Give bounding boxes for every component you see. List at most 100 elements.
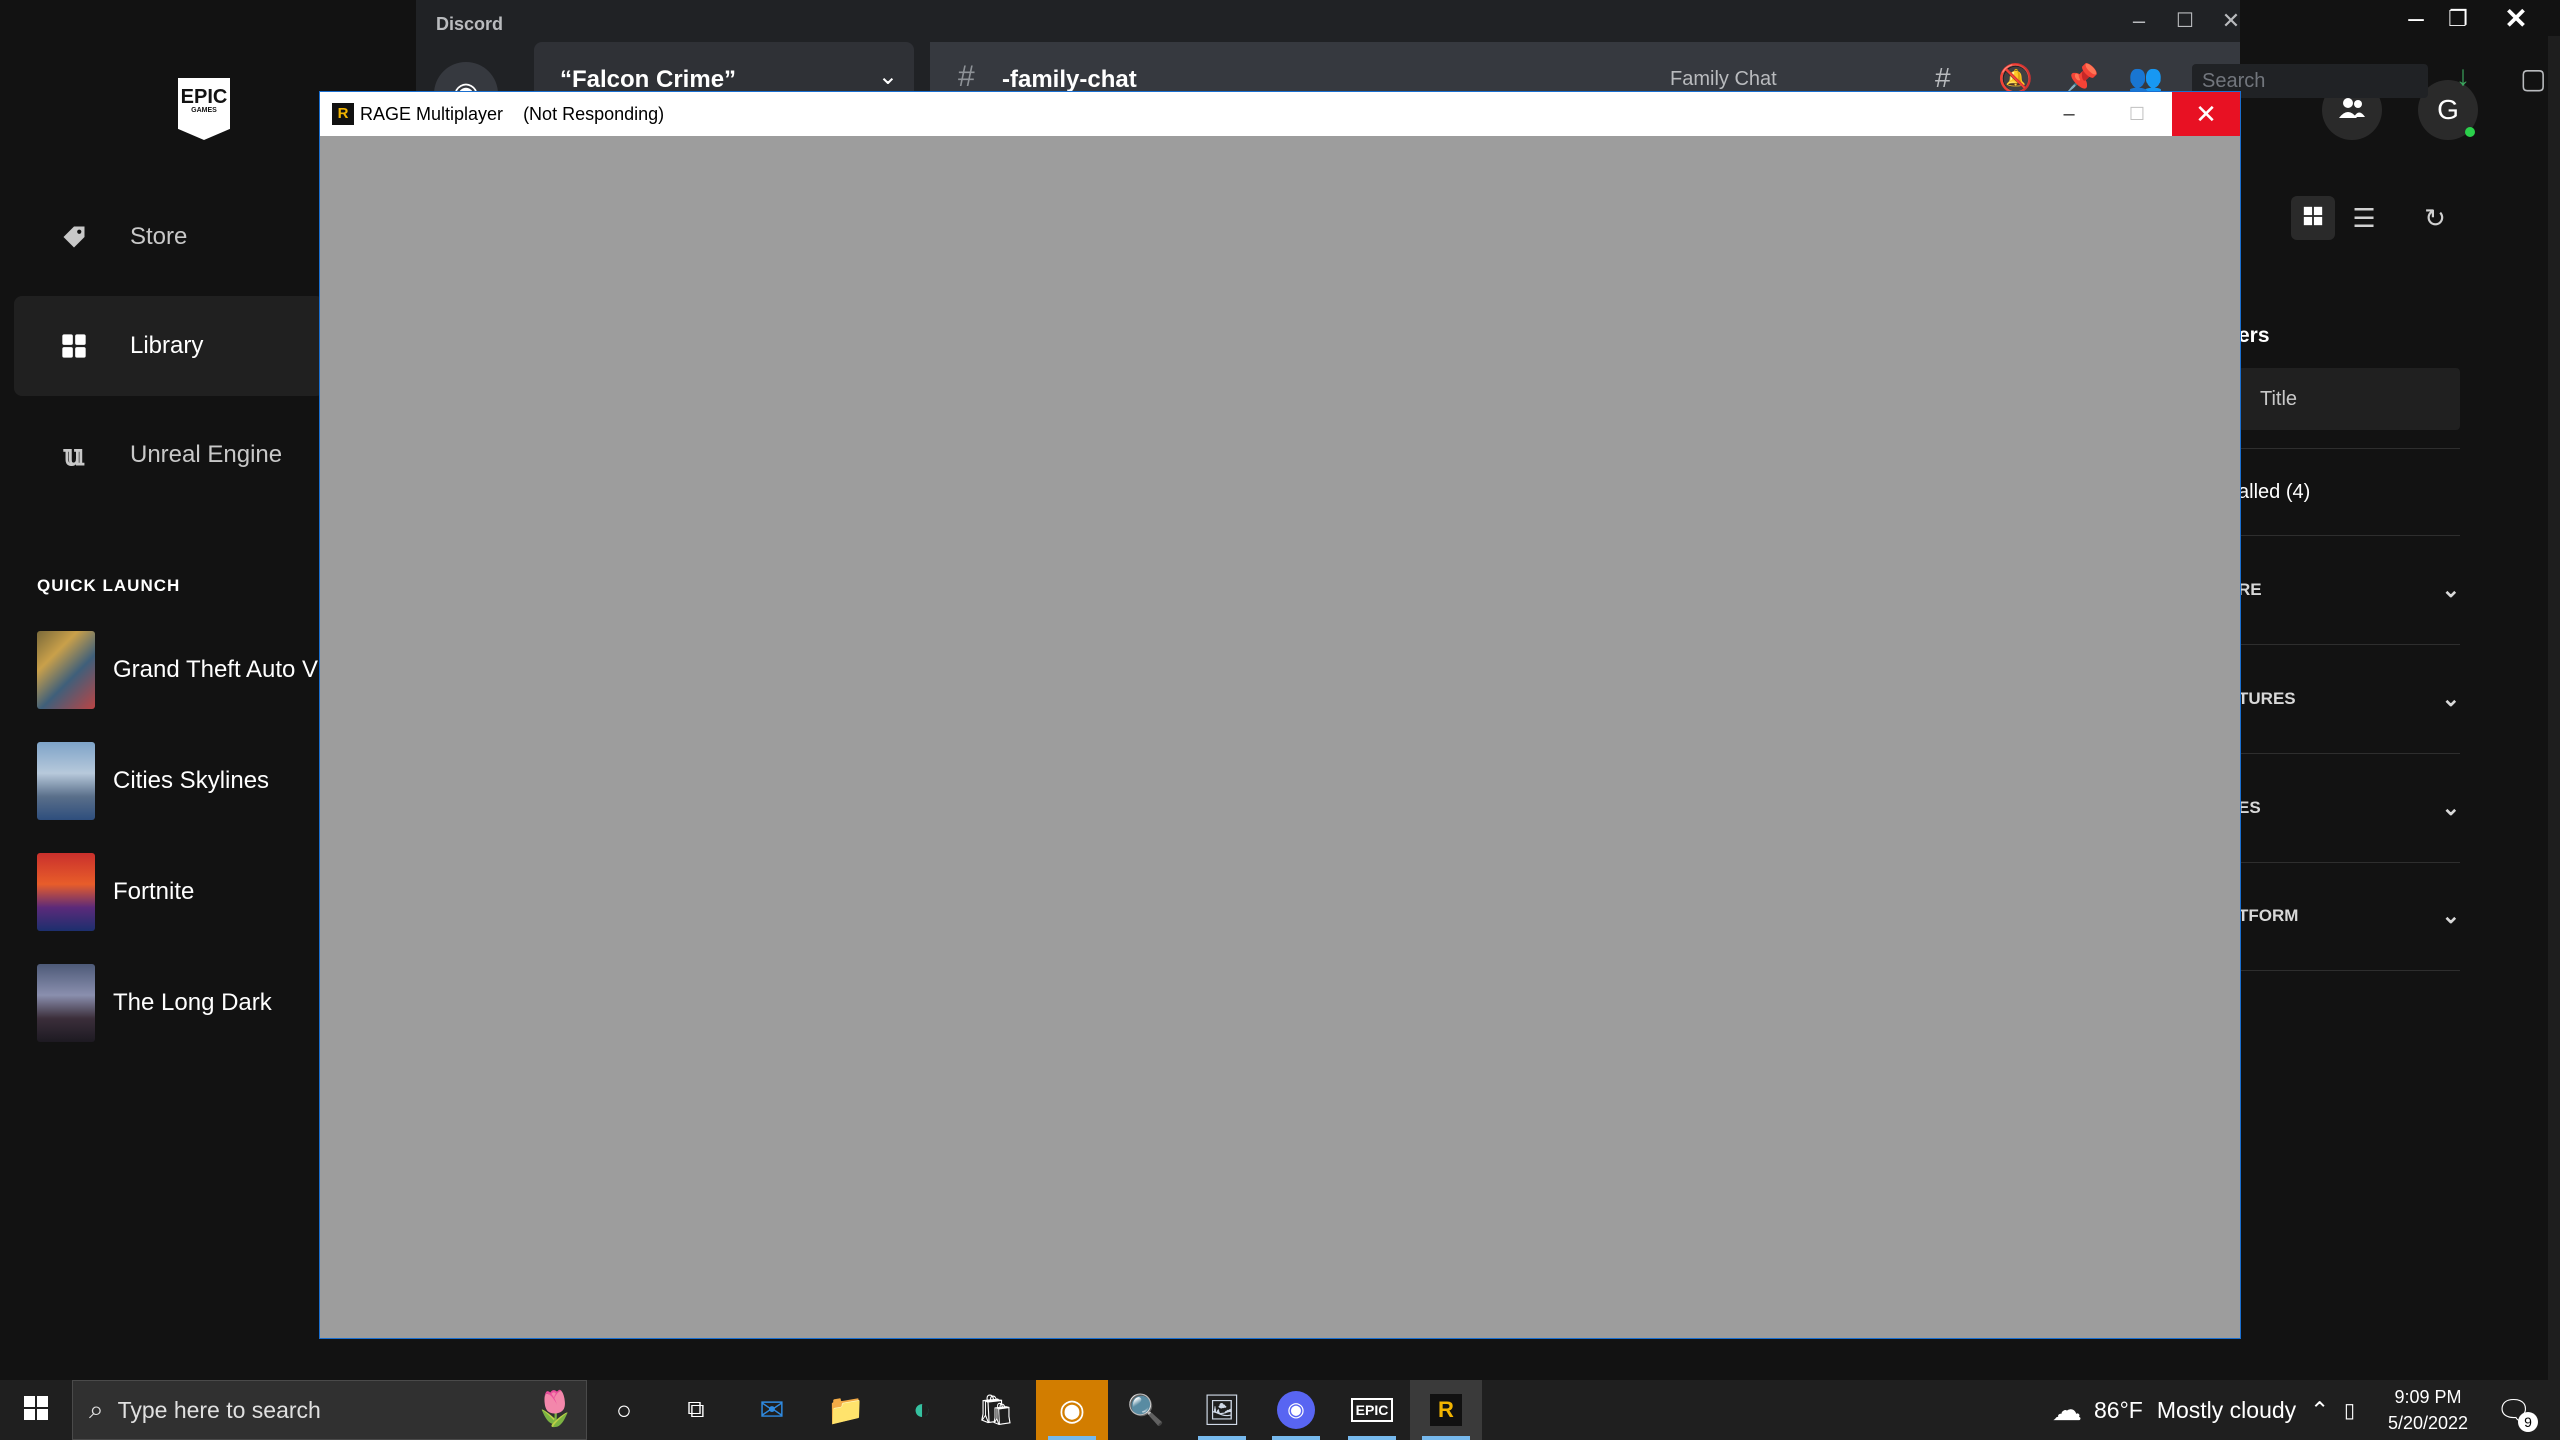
fortnite-thumbnail (37, 853, 95, 931)
taskbar-discord[interactable]: ◉ (1260, 1380, 1332, 1440)
taskbar-search-box[interactable]: ⌕ Type here to search 🌷 (72, 1380, 587, 1440)
rage-minimize-button[interactable]: – (2035, 92, 2103, 136)
inbox-icon[interactable]: ▢ (2520, 62, 2546, 95)
filter-genre-row[interactable]: RE ⌄ (2238, 536, 2460, 645)
filter-platform-row[interactable]: TFORM ⌄ (2238, 862, 2460, 971)
discord-maximize-button[interactable]: ☐ (2162, 8, 2208, 42)
show-hidden-icons-button[interactable]: ⌃ (2310, 1380, 2329, 1440)
refresh-button[interactable]: ↻ (2413, 196, 2457, 240)
tag-icon (54, 223, 94, 251)
cortana-button[interactable]: ○ (588, 1380, 660, 1440)
epic-games-logo[interactable]: EPIC GAMES (178, 78, 230, 140)
nav-store[interactable]: Store (14, 187, 324, 287)
quick-launch-item[interactable]: Cities Skylines (37, 741, 337, 821)
grid-view-icon (2302, 203, 2324, 234)
taskbar-epic-games[interactable]: EPIC (1336, 1380, 1408, 1440)
notification-count: 9 (2518, 1412, 2538, 1432)
cloud-icon: ☁ (2052, 1393, 2082, 1427)
epic-restore-button[interactable]: ❐ (2435, 6, 2481, 32)
cortana-icon: ○ (616, 1394, 632, 1425)
rage-status-text: (Not Responding) (523, 104, 665, 124)
edge-icon: ◐ (912, 1393, 932, 1426)
sort-value: Title (2260, 387, 2298, 410)
discord-window: Discord – ☐ ✕ ◉ “Falcon Crime” ⌄ # -fami… (416, 0, 2546, 126)
nav-library[interactable]: Library (14, 296, 324, 396)
start-button[interactable] (0, 1380, 72, 1440)
taskbar-search-placeholder: Type here to search (117, 1396, 321, 1423)
nav-library-label: Library (130, 332, 204, 359)
chrome-icon: ◉ (1058, 1393, 1086, 1427)
pin-icon[interactable]: 📌 (2064, 62, 2099, 95)
server-name: “Falcon Crime” (560, 66, 737, 93)
rage-taskbar-icon: R (1430, 1394, 1462, 1426)
friends-icon (2338, 95, 2366, 126)
unreal-icon: 𝕦 (63, 437, 85, 473)
download-icon[interactable]: ↓ (2456, 60, 2470, 92)
nav-store-label: Store (130, 223, 188, 250)
discord-close-button[interactable]: ✕ (2208, 8, 2254, 42)
nav-unreal-engine[interactable]: 𝕦 Unreal Engine (14, 405, 324, 505)
search-icon: ⌕ (89, 1394, 104, 1424)
taskbar-rage-multiplayer[interactable]: R (1410, 1380, 1482, 1440)
rage-multiplayer-window: R RAGE Multiplayer (Not Responding) – ☐ … (320, 92, 2240, 1338)
refresh-icon: ↻ (2424, 202, 2446, 233)
tray-device-icon[interactable]: ▯ (2344, 1380, 2355, 1440)
search-placeholder: Search (2202, 70, 2266, 92)
quick-launch-item[interactable]: The Long Dark (37, 963, 337, 1043)
rage-window-title: RAGE Multiplayer (Not Responding) (360, 104, 664, 125)
chevron-down-icon: ⌄ (877, 63, 898, 90)
online-status-dot (2465, 127, 2475, 137)
device-icon: ▯ (2344, 1399, 2356, 1422)
taskbar-clock[interactable]: 9:09 PM 5/20/2022 (2368, 1384, 2488, 1436)
channel-topic: Family Chat (1670, 68, 1777, 90)
weather-temp: 86°F (2094, 1396, 2143, 1423)
snip-icon: 🖼 (1202, 1393, 1242, 1427)
taskbar-edge[interactable]: ◐ (886, 1380, 958, 1440)
chevron-down-icon: ⌄ (2441, 577, 2460, 602)
quick-launch-item[interactable]: Fortnite (37, 852, 337, 932)
installed-filter[interactable]: alled (4) (2238, 448, 2460, 536)
mail-icon: ✉ (759, 1393, 785, 1427)
filter-label: TURES (2238, 689, 2296, 708)
weather-widget[interactable]: ☁ 86°F Mostly cloudy (2052, 1380, 2296, 1440)
gta-v-thumbnail (37, 631, 95, 709)
mute-bell-icon[interactable]: 🔕 (1998, 62, 2033, 95)
epic-scrollbar[interactable] (2548, 36, 2560, 1380)
windows-logo-icon (24, 1395, 48, 1425)
taskbar-snip-app[interactable]: 🖼 (1186, 1380, 1258, 1440)
grid-view-button[interactable] (2291, 196, 2335, 240)
chevron-down-icon: ⌄ (2441, 686, 2460, 711)
rage-app-icon: R (332, 103, 354, 125)
filter-types-row[interactable]: ES ⌄ (2238, 754, 2460, 863)
quick-launch-label: Grand Theft Auto V (113, 656, 319, 683)
list-view-button[interactable]: ☰ (2342, 196, 2386, 240)
epic-minimize-button[interactable]: – (2393, 2, 2439, 34)
sort-select[interactable]: Title (2238, 368, 2460, 430)
task-view-icon: ⧉ (687, 1396, 705, 1423)
taskbar-magnifier[interactable]: 🔍 (1110, 1380, 1182, 1440)
taskbar-mail[interactable]: ✉ (736, 1380, 808, 1440)
taskbar-chrome[interactable]: ◉ (1036, 1380, 1108, 1440)
epic-close-button[interactable]: ✕ (2493, 2, 2539, 35)
quick-launch-item[interactable]: Grand Theft Auto V (37, 630, 337, 710)
taskbar-store[interactable]: 🛍 (960, 1380, 1032, 1440)
rage-client-area-frozen (320, 136, 2240, 1338)
store-icon: 🛍 (976, 1393, 1016, 1427)
discord-minimize-button[interactable]: – (2116, 8, 2162, 42)
server-header[interactable]: “Falcon Crime” ⌄ (534, 42, 914, 98)
folder-icon: 📁 (827, 1393, 865, 1427)
threads-icon[interactable]: # (1935, 62, 1951, 94)
action-center-button[interactable]: 🗨 9 (2496, 1380, 2538, 1440)
rage-maximize-button[interactable]: ☐ (2103, 92, 2171, 136)
clock-date: 5/20/2022 (2387, 1413, 2469, 1433)
search-highlight-icon: 🌷 (533, 1390, 576, 1428)
rage-close-button[interactable]: ✕ (2172, 92, 2240, 136)
epic-games-icon: EPIC (1350, 1398, 1394, 1422)
filter-label: RE (2238, 580, 2262, 599)
magnifier-icon: 🔍 (1127, 1393, 1165, 1427)
filter-features-row[interactable]: TURES ⌄ (2238, 645, 2460, 754)
task-view-button[interactable]: ⧉ (660, 1380, 732, 1440)
rage-titlebar[interactable]: R RAGE Multiplayer (Not Responding) – ☐ … (320, 92, 2240, 136)
taskbar-file-explorer[interactable]: 📁 (810, 1380, 882, 1440)
member-list-icon[interactable]: 👥 (2128, 62, 2163, 95)
